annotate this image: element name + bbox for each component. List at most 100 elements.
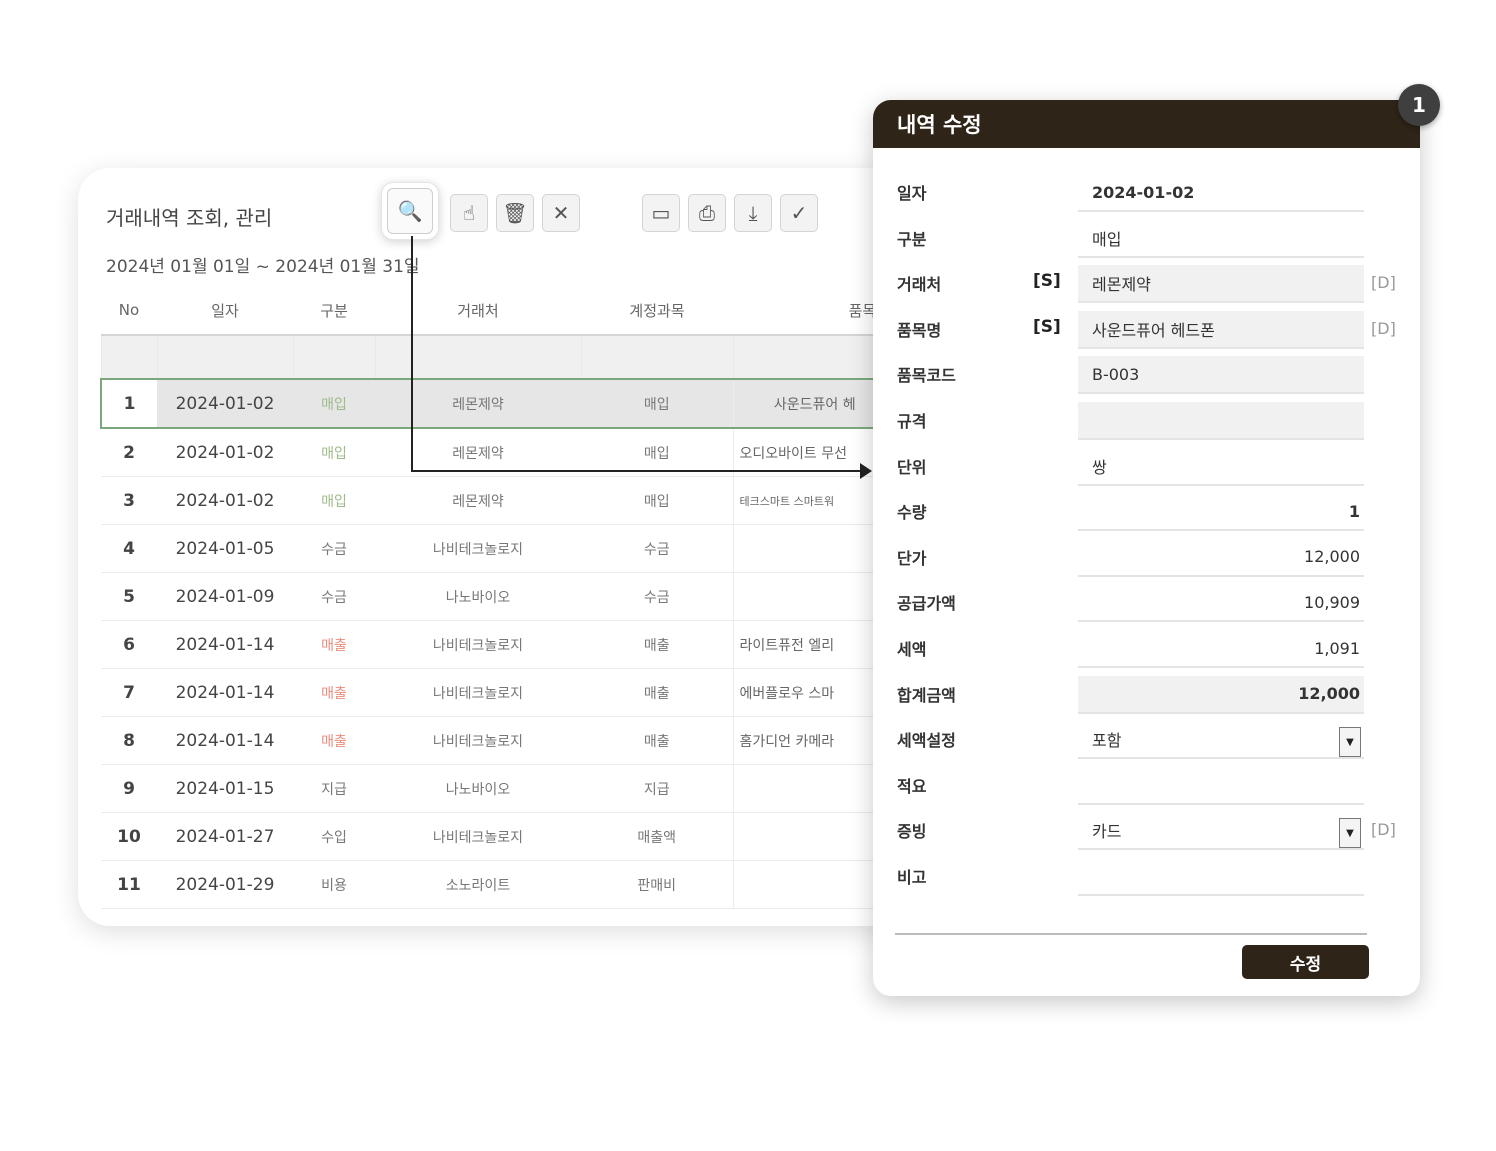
filter-cell[interactable] [100, 335, 157, 380]
field-select[interactable]: 포함 [1078, 721, 1364, 760]
detail-link[interactable]: [D] [1371, 273, 1396, 292]
cell-date: 2024-01-29 [157, 860, 293, 909]
cell-no: 1 [100, 378, 157, 429]
field-value: 매입 [1092, 229, 1122, 249]
cell-type: 수금 [293, 572, 375, 621]
connector-line [411, 236, 413, 472]
close-button[interactable]: ✕ [542, 194, 580, 232]
check-button[interactable]: ✓ [780, 194, 818, 232]
search-icon: 🔍 [397, 199, 423, 223]
filter-cell[interactable] [156, 335, 293, 380]
chevron-down-icon[interactable]: ▼ [1339, 727, 1361, 758]
cell-no: 2 [101, 428, 157, 477]
cell-client: 나비테크놀로지 [375, 812, 581, 861]
field-label: 단위 [897, 457, 927, 477]
field-input[interactable]: 매입 [1078, 220, 1364, 258]
field-input[interactable] [1078, 858, 1364, 896]
field-input[interactable]: 쌍 [1078, 448, 1364, 486]
cell-date: 2024-01-09 [157, 572, 293, 621]
table-row[interactable]: 9 2024-01-15 지급 나노바이오 지급 [101, 764, 891, 813]
table-row[interactable]: 7 2024-01-14 매출 나비테크놀로지 매출 에버플로우 스마 [101, 668, 891, 717]
search-tag-button[interactable]: [S] [1033, 317, 1061, 337]
field-input[interactable]: 1,091 [1078, 630, 1364, 668]
filter-cell[interactable] [580, 335, 733, 380]
field-label: 비고 [897, 868, 927, 887]
form-row: 공급가액 10,909 [873, 580, 1420, 626]
cell-type: 매입 [293, 428, 375, 477]
detail-link[interactable]: [D] [1371, 319, 1396, 338]
form-row: 구분 매입 [873, 216, 1420, 262]
date-range: 2024년 01월 01일 ~ 2024년 01월 31일 [106, 257, 420, 277]
table-row[interactable]: 1 2024-01-02 매입 레몬제약 매입 사운드퓨어 헤 [100, 378, 891, 429]
field-input[interactable] [1078, 402, 1364, 440]
close-icon: ✕ [552, 201, 570, 225]
table-row[interactable]: 10 2024-01-27 수입 나비테크놀로지 매출액 [101, 812, 891, 861]
cell-no: 5 [101, 572, 157, 621]
table-row[interactable]: 3 2024-01-02 매입 레몬제약 매입 테크스마트 스마트워 [101, 476, 891, 525]
field-input[interactable]: B-003 [1078, 356, 1364, 395]
cell-date: 2024-01-14 [157, 716, 293, 765]
field-label: 규격 [897, 412, 927, 431]
table-row[interactable]: 6 2024-01-14 매출 나비테크놀로지 매출 라이트퓨전 엘리 [101, 620, 891, 669]
form-row: 단위 쌍 [873, 444, 1420, 490]
filter-row[interactable] [100, 335, 891, 380]
table-row[interactable]: 8 2024-01-14 매출 나비테크놀로지 매출 홈가디언 카메라 [101, 716, 891, 765]
field-select[interactable]: 카드 [1078, 812, 1364, 851]
monitor-button[interactable]: ▭ [642, 194, 680, 232]
field-label: 증빙 [897, 822, 927, 842]
print-icon: ⎙ [699, 201, 715, 225]
search-tag-button[interactable]: [S] [1033, 271, 1061, 291]
form-row: 품목명 [S] 사운드퓨어 헤드폰 [D] [873, 307, 1420, 353]
field-input[interactable]: 10,909 [1078, 584, 1364, 623]
cell-type: 매출 [293, 668, 375, 717]
search-button[interactable]: 🔍 [381, 182, 439, 240]
table-row[interactable]: 11 2024-01-29 비용 소노라이트 판매비 [101, 860, 891, 909]
cell-account: 판매비 [581, 860, 733, 909]
cell-client: 나비테크놀로지 [375, 668, 581, 717]
monitor-icon: ▭ [651, 201, 671, 225]
download-button[interactable]: ⤓ [734, 194, 772, 232]
field-input[interactable]: 1 [1078, 493, 1364, 532]
column-header[interactable]: No [101, 286, 157, 336]
arrow-icon [860, 463, 872, 479]
field-input[interactable]: 12,000 [1078, 539, 1364, 577]
field-input[interactable] [1078, 767, 1364, 805]
cell-account: 매출 [581, 668, 733, 717]
cell-no: 8 [101, 716, 157, 765]
trash-button[interactable]: 🗑 [496, 194, 534, 232]
field-value: B-003 [1092, 364, 1140, 384]
table-row[interactable]: 5 2024-01-09 수금 나노바이오 수금 [101, 572, 891, 621]
cell-client: 나노바이오 [375, 764, 581, 813]
download-icon: ⤓ [748, 201, 758, 225]
step-badge: 1 [1398, 84, 1440, 126]
print-button[interactable]: ⎙ [688, 194, 726, 232]
detail-link[interactable]: [D] [1371, 820, 1396, 839]
column-header[interactable]: 구분 [293, 286, 375, 336]
field-input[interactable]: 2024-01-02 [1078, 174, 1364, 212]
column-header[interactable]: 거래처 [375, 286, 581, 336]
column-header[interactable]: 계정과목 [581, 286, 733, 336]
filter-cell[interactable] [292, 335, 375, 380]
cell-product: 라이트퓨전 엘리 [732, 620, 891, 669]
field-input[interactable]: 12,000 [1078, 675, 1364, 714]
pointer-button[interactable]: ☝ [450, 194, 488, 232]
table-row[interactable]: 4 2024-01-05 수금 나비테크놀로지 수금 [101, 524, 891, 573]
filter-cell[interactable] [374, 335, 581, 380]
column-header[interactable]: 품목명 [733, 286, 891, 336]
cell-client: 소노라이트 [375, 860, 581, 909]
field-value: 1,091 [1314, 638, 1360, 658]
cell-client: 레몬제약 [375, 476, 581, 525]
cell-client: 나비테크놀로지 [375, 620, 581, 669]
submit-button[interactable]: 수정 [1242, 945, 1369, 979]
filter-cell[interactable] [732, 335, 891, 380]
cell-client: 나비테크놀로지 [375, 716, 581, 765]
column-header[interactable]: 일자 [157, 286, 293, 336]
cell-product [732, 860, 891, 909]
field-input[interactable]: 사운드퓨어 헤드폰 [1078, 310, 1364, 349]
chevron-down-icon[interactable]: ▼ [1339, 818, 1361, 849]
pointer-icon: ☝ [462, 201, 476, 225]
field-value: 카드 [1092, 822, 1122, 842]
cell-type: 비용 [293, 860, 375, 909]
form-row: 비고 [873, 854, 1420, 900]
field-input[interactable]: 레몬제약 [1078, 265, 1364, 304]
